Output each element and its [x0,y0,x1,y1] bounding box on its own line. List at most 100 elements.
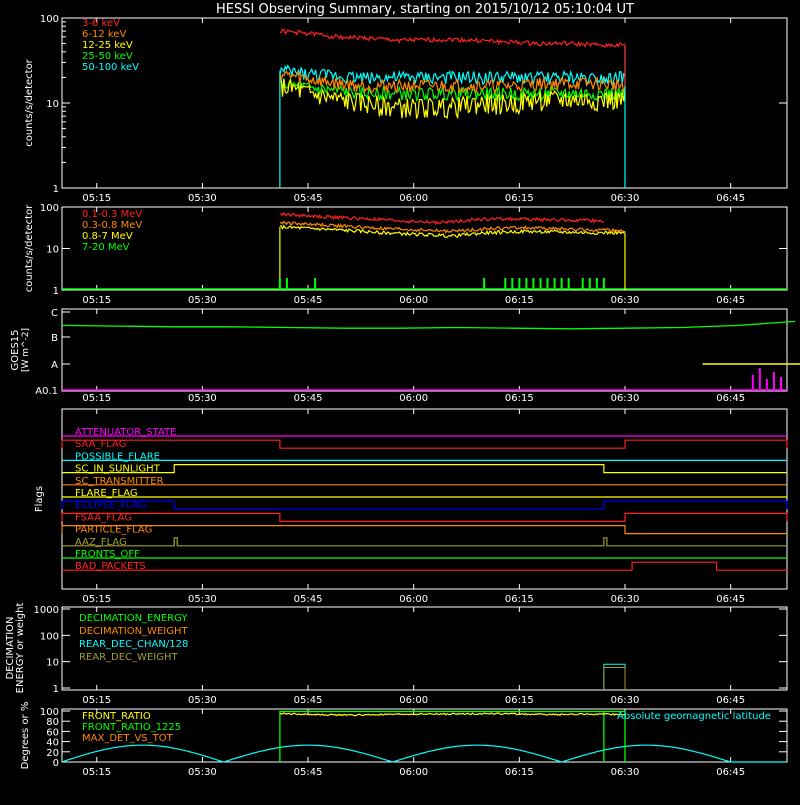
flag-line-3 [62,464,787,474]
ratio-annotation: Absolute geomagnetic latitude [617,711,771,722]
flag-line-9 [62,537,787,547]
panel-goes-frame [61,308,788,392]
ratio-ytick-label-2: 40 [46,738,59,749]
rates-legend-3: 25-50 keV [82,51,133,62]
ratio-ytick-label-0: 0 [53,758,59,769]
dec-legend-2: REAR_DEC_CHAN/128 [79,639,188,650]
flag-line-7 [61,512,788,523]
flag-label-5: FLARE_FLAG [75,488,138,499]
ratio-ytick-label-4: 80 [46,717,59,728]
rates-legend-0: 3-6 keV [82,18,120,29]
ratio-xtick-label-2: 05:45 [294,767,323,778]
goes-magenta-bar-4 [779,377,782,391]
goes-magenta-bar-1 [758,368,761,391]
goes-magenta-bar-3 [772,372,775,391]
goes-ytick-label-3: C [51,308,58,319]
ratio-legend-0: FRONT_RATIO [82,711,151,722]
goes-ytick-label-1: A [51,360,58,371]
dec-legend-0: DECIMATION_ENERGY [79,613,188,624]
goes-ylabel: GOES15 [10,329,21,370]
goes-xtick-label-0: 05:15 [82,393,111,404]
flag-label-10: FRONTS_OFF [75,549,140,560]
ratio-ytick-label-1: 20 [46,748,59,759]
ratio-series-1 [279,710,626,762]
panel-he-frame [61,206,788,291]
rates-xtick-label-0: 05:15 [82,193,111,204]
flags-xtick-label-2: 05:45 [294,594,323,605]
flags-ylabel: Flags [34,486,45,512]
rates-ylabel: counts/s/detector [24,58,35,146]
goes-xtick-label-5: 06:30 [611,393,640,404]
ratio-series-0 [279,712,626,717]
goes-xtick-label-2: 05:45 [294,393,323,404]
he-xtick-label-4: 06:15 [505,295,534,306]
he-xtick-label-2: 05:45 [294,295,323,306]
goes-magenta-bar-2 [765,379,768,391]
flags-xtick-label-3: 06:00 [399,594,428,605]
he-legend-3: 7-20 MeV [82,242,130,253]
rates-legend-4: 50-100 keV [82,62,139,73]
he-series-0 [279,211,605,226]
he-ylabel: counts/s/detector [24,204,35,292]
he-series-2 [279,224,626,238]
hessi-summary-svg: HESSI Observing Summary, starting on 201… [5,2,800,778]
ratio-xtick-label-4: 06:15 [505,767,534,778]
rates-xtick-label-5: 06:30 [611,193,640,204]
ratio-xtick-label-6: 06:45 [716,767,745,778]
rates-legend-2: 12-25 keV [82,40,133,51]
rates-xtick-label-3: 06:00 [399,193,428,204]
he-ytick-label-0: 1 [53,286,59,297]
dec-legend-3: REAR_DEC_WEIGHT [79,652,178,663]
dec-ytick-label-1: 10 [46,658,59,669]
flag-label-0: ATTENUATOR_STATE [75,427,176,438]
flag-label-3: SC_IN_SUNLIGHT [75,464,161,475]
goes-xtick-label-4: 06:15 [505,393,534,404]
ratio-legend-1: FRONT_RATIO_1225 [82,722,181,733]
ratio-ylabel: Degrees or % [20,702,31,770]
rates-series-0 [279,29,626,49]
dec-xtick-label-6: 06:45 [716,695,745,706]
rates-ytick-label-2: 100 [40,14,59,25]
ratio-xtick-label-5: 06:30 [611,767,640,778]
goes-xtick-label-3: 06:00 [399,393,428,404]
dec-ytick-label-2: 100 [40,631,59,642]
goes-ylabel-units: [W m^-2] [21,328,31,372]
dec-ytick-label-3: 1000 [34,605,59,616]
ratio-xtick-label-3: 06:00 [399,767,428,778]
flag-line-8 [61,524,787,535]
dec-legend-1: DECIMATION_WEIGHT [79,626,188,637]
ratio-legend-2: MAX_DET_VS_TOT [82,733,174,744]
rates-xtick-label-4: 06:15 [505,193,534,204]
dec-xtick-label-4: 06:15 [505,695,534,706]
ratio-latitude-series [61,744,786,763]
dec-xtick-label-0: 05:15 [82,695,111,706]
he-ytick-label-2: 100 [40,203,59,214]
dec-xtick-label-3: 06:00 [399,695,428,706]
he-ytick-label-1: 10 [46,245,59,256]
dec-ytick-label-0: 1 [53,684,59,695]
ratio-ytick-label-3: 60 [46,727,59,738]
flag-label-4: SC_TRANSMITTER [75,476,164,487]
dec-xtick-label-5: 06:30 [611,695,640,706]
he-xtick-label-3: 06:00 [399,295,428,306]
panel-rates-frame [61,17,788,189]
goes-xtick-label-6: 06:45 [716,393,745,404]
flag-line-1 [61,439,788,449]
goes-xtick-label-1: 05:30 [188,393,217,404]
ratio-ytick-label-5: 100 [40,707,59,718]
rates-xtick-label-6: 06:45 [716,193,745,204]
he-series-1 [279,220,626,234]
he-legend-0: 0.1-0.3 MeV [82,209,142,220]
flag-label-7: FSAA_FLAG [75,512,132,523]
flags-xtick-label-6: 06:45 [716,594,745,605]
flag-label-8: PARTICLE_FLAG [75,525,152,536]
ratio-xtick-label-0: 05:15 [82,767,111,778]
goes-long-series [61,320,796,330]
he-legend-1: 0.3-0.8 MeV [82,220,142,231]
he-xtick-label-6: 06:45 [716,295,745,306]
flag-line-6 [61,500,788,510]
rates-ytick-label-1: 10 [46,99,59,110]
rates-ytick-label-0: 1 [53,184,59,195]
ratio-xtick-label-1: 05:30 [188,767,217,778]
dec-series-2 [603,663,626,690]
